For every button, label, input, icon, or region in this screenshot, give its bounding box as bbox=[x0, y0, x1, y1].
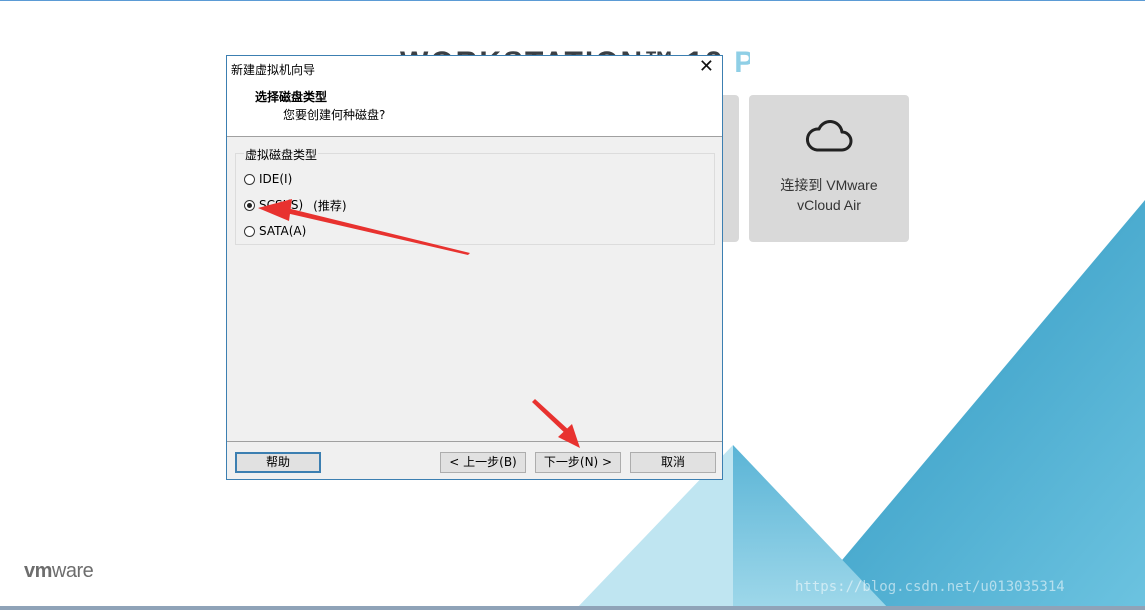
connect-vcloud-air-tile[interactable]: 连接到 VMware vCloud Air bbox=[749, 95, 909, 242]
radio-scsi[interactable] bbox=[244, 199, 255, 211]
logo-ware: ware bbox=[51, 560, 94, 582]
radio-sata[interactable] bbox=[244, 225, 255, 237]
vcloud-tile-label: 连接到 VMware vCloud Air bbox=[749, 175, 909, 215]
cancel-button[interactable]: 取消 bbox=[630, 452, 716, 473]
wizard-step-title: 选择磁盘类型 bbox=[255, 90, 328, 104]
recommended-note: (推荐) bbox=[313, 198, 347, 213]
wizard-header: 选择磁盘类型 您要创建何种磁盘? bbox=[227, 80, 722, 137]
radio-option-sata[interactable]: SATA(A) bbox=[244, 222, 306, 240]
next-button[interactable]: 下一步(N) > bbox=[535, 452, 621, 473]
vmware-logo: vmware bbox=[24, 560, 94, 583]
help-button[interactable]: 帮助 bbox=[235, 452, 321, 473]
dialog-title: 新建虚拟机向导 bbox=[231, 63, 316, 77]
radio-sata-label[interactable]: SATA(A) bbox=[259, 224, 306, 238]
new-vm-wizard-dialog: 新建虚拟机向导 ✕ 选择磁盘类型 您要创建何种磁盘? 虚拟磁盘类型 IDE(I)… bbox=[226, 55, 723, 480]
bg-triangle-right bbox=[800, 200, 1145, 610]
window-bottom-border bbox=[0, 606, 1145, 610]
vcloud-label-line1: 连接到 VMware bbox=[780, 177, 878, 193]
vcloud-label-line2: vCloud Air bbox=[797, 197, 861, 213]
radio-ide-label[interactable]: IDE(I) bbox=[259, 172, 292, 186]
heading-pro: PRO bbox=[734, 46, 750, 79]
logo-vm: vm bbox=[24, 560, 52, 582]
wizard-step-subtitle: 您要创建何种磁盘? bbox=[283, 108, 386, 122]
close-icon[interactable]: ✕ bbox=[699, 57, 714, 77]
disk-type-group: 虚拟磁盘类型 IDE(I) SCSI(S) (推荐) SATA(A) bbox=[235, 146, 715, 245]
radio-option-ide[interactable]: IDE(I) bbox=[244, 170, 292, 188]
dialog-titlebar[interactable]: 新建虚拟机向导 ✕ bbox=[227, 56, 722, 80]
watermark: https://blog.csdn.net/u013035314 bbox=[795, 579, 1065, 595]
radio-option-scsi[interactable]: SCSI(S) (推荐) bbox=[244, 196, 347, 214]
radio-ide[interactable] bbox=[244, 173, 255, 185]
cloud-icon bbox=[805, 119, 853, 157]
footer-divider bbox=[227, 441, 722, 442]
back-button[interactable]: < 上一步(B) bbox=[440, 452, 526, 473]
radio-scsi-label[interactable]: SCSI(S) bbox=[259, 198, 303, 212]
disk-type-group-label: 虚拟磁盘类型 bbox=[244, 146, 319, 163]
